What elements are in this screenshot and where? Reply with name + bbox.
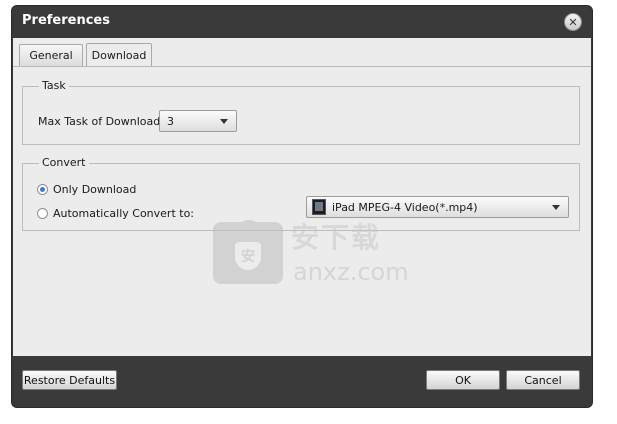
window-title: Preferences (22, 13, 110, 28)
restore-defaults-button[interactable]: Restore Defaults (22, 370, 117, 390)
task-group: Task Max Task of Download: 3 (22, 79, 580, 145)
max-task-select[interactable]: 3 (159, 110, 237, 132)
watermark-en: anxz.com (293, 258, 409, 286)
convert-legend: Convert (39, 156, 89, 169)
max-task-label: Max Task of Download: (38, 115, 164, 128)
auto-convert-label: Automatically Convert to: (53, 207, 195, 220)
cancel-button[interactable]: Cancel (506, 370, 580, 390)
title-bar: Preferences ✕ (12, 6, 592, 38)
auto-convert-option[interactable]: Automatically Convert to: (37, 207, 194, 220)
only-download-label: Only Download (53, 183, 137, 196)
ok-button[interactable]: OK (426, 370, 500, 390)
dialog-footer: Restore Defaults OK Cancel (12, 356, 592, 407)
convert-group: Convert Only Download Automatically Conv… (22, 156, 580, 231)
bag-logo-icon: 安 (213, 220, 283, 284)
max-task-value: 3 (167, 114, 174, 128)
only-download-radio[interactable] (37, 184, 48, 195)
video-format-icon (312, 199, 326, 215)
tab-general[interactable]: General (19, 44, 83, 66)
chevron-down-icon (552, 205, 560, 210)
tab-download[interactable]: Download (86, 43, 152, 67)
auto-convert-radio[interactable] (37, 208, 48, 219)
task-legend: Task (39, 79, 69, 92)
preferences-dialog: Preferences ✕ General Download Task Max … (12, 6, 592, 407)
tab-divider (13, 66, 591, 67)
only-download-option[interactable]: Only Download (37, 183, 136, 196)
dialog-content: General Download Task Max Task of Downlo… (13, 38, 591, 356)
format-value: iPad MPEG-4 Video(*.mp4) (332, 200, 478, 214)
close-icon[interactable]: ✕ (564, 13, 582, 31)
chevron-down-icon (220, 119, 228, 124)
format-select[interactable]: iPad MPEG-4 Video(*.mp4) (306, 196, 569, 218)
